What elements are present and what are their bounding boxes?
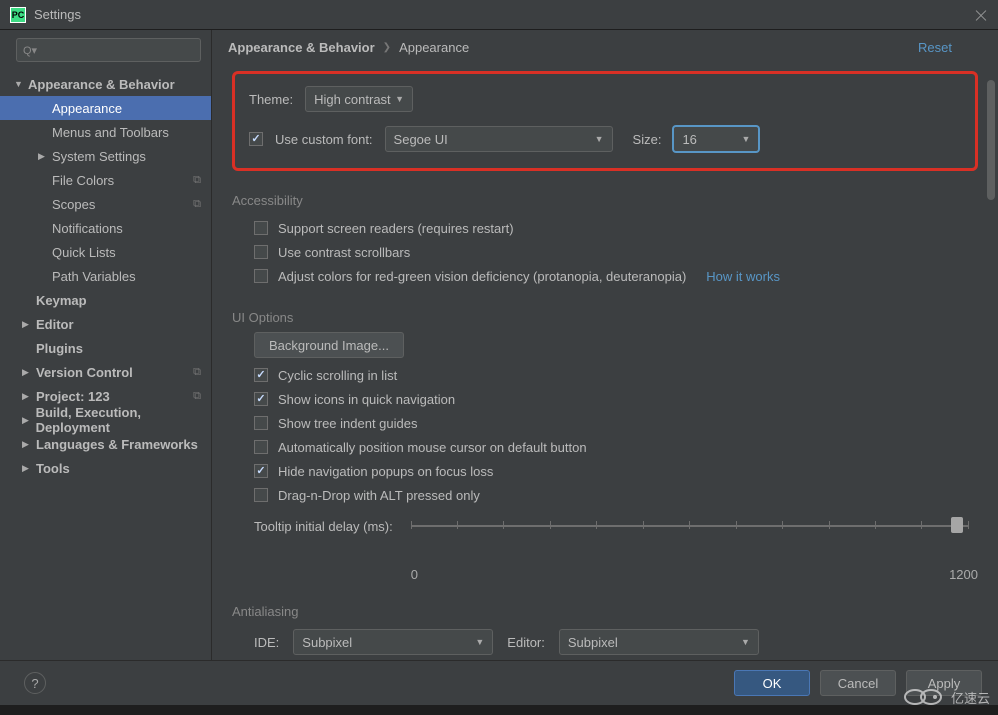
tree-file-colors[interactable]: File Colors ⧉ <box>0 168 211 192</box>
search-input[interactable]: Q▾ <box>16 38 201 62</box>
project-scope-icon: ⧉ <box>193 390 201 403</box>
cyclic-scrolling-checkbox[interactable] <box>254 368 268 382</box>
tree-scopes[interactable]: Scopes ⧉ <box>0 192 211 216</box>
tree-editor[interactable]: Editor <box>0 312 211 336</box>
chevron-down-icon: ▼ <box>741 637 750 647</box>
chevron-down-icon <box>14 79 24 89</box>
chevron-right-icon <box>22 391 32 402</box>
chevron-right-icon <box>22 367 32 378</box>
chevron-right-icon <box>22 319 32 330</box>
aa-editor-label: Editor: <box>507 635 545 650</box>
tooltip-delay-slider[interactable] <box>411 515 968 547</box>
tree-plugins[interactable]: Plugins <box>0 336 211 360</box>
chevron-right-icon <box>22 463 32 474</box>
reset-link[interactable]: Reset <box>918 40 952 55</box>
tree-notifications[interactable]: Notifications <box>0 216 211 240</box>
tooltip-delay-label: Tooltip initial delay (ms): <box>254 515 393 534</box>
how-it-works-link[interactable]: How it works <box>706 269 780 284</box>
section-accessibility: Accessibility <box>232 193 978 208</box>
tree-tools[interactable]: Tools <box>0 456 211 480</box>
screen-readers-checkbox[interactable] <box>254 221 268 235</box>
section-antialiasing: Antialiasing <box>232 604 978 619</box>
tree-system-settings[interactable]: System Settings <box>0 144 211 168</box>
ok-button[interactable]: OK <box>734 670 810 696</box>
apply-button[interactable]: Apply <box>906 670 982 696</box>
auto-mouse-checkbox[interactable] <box>254 440 268 454</box>
breadcrumb-root[interactable]: Appearance & Behavior <box>228 40 375 55</box>
color-deficiency-checkbox[interactable] <box>254 269 268 283</box>
chevron-right-icon <box>22 439 32 450</box>
tooltip-min: 0 <box>411 567 418 582</box>
breadcrumb-leaf: Appearance <box>399 40 469 55</box>
quick-nav-icons-checkbox[interactable] <box>254 392 268 406</box>
tree-quick-lists[interactable]: Quick Lists <box>0 240 211 264</box>
chevron-down-icon: ▼ <box>395 94 404 104</box>
section-ui-options: UI Options <box>232 310 978 325</box>
use-custom-font-checkbox[interactable] <box>249 132 263 146</box>
chevron-right-icon <box>22 415 32 426</box>
window-title: Settings <box>34 7 81 22</box>
tree-path-variables[interactable]: Path Variables <box>0 264 211 288</box>
tree-version-control[interactable]: Version Control ⧉ <box>0 360 211 384</box>
tree-appearance-behavior[interactable]: Appearance & Behavior <box>0 72 211 96</box>
highlight-theme-font: Theme: High contrast ▼ Use custom font: … <box>232 71 978 171</box>
footer: ? OK Cancel Apply <box>0 660 998 705</box>
sidebar: Q▾ Appearance & Behavior Appearance Menu… <box>0 30 212 660</box>
slider-thumb[interactable] <box>951 517 963 533</box>
chevron-right-icon: ❯ <box>383 42 391 53</box>
scrollbar-thumb[interactable] <box>987 80 995 200</box>
custom-font-combo[interactable]: Segoe UI ▼ <box>385 126 613 152</box>
theme-combo[interactable]: High contrast ▼ <box>305 86 413 112</box>
tree-languages[interactable]: Languages & Frameworks <box>0 432 211 456</box>
aa-ide-label: IDE: <box>254 635 279 650</box>
help-button[interactable]: ? <box>24 672 46 694</box>
chevron-down-icon: ▼ <box>475 637 484 647</box>
chevron-down-icon: ▼ <box>742 134 751 144</box>
drag-alt-checkbox[interactable] <box>254 488 268 502</box>
titlebar: PC Settings <box>0 0 998 30</box>
tooltip-max: 1200 <box>949 567 978 582</box>
project-scope-icon: ⧉ <box>193 366 201 379</box>
use-custom-font-label: Use custom font: <box>275 132 373 147</box>
font-size-combo[interactable]: 16 ▼ <box>673 126 759 152</box>
theme-label: Theme: <box>249 92 293 107</box>
aa-editor-combo[interactable]: Subpixel ▼ <box>559 629 759 655</box>
tree-build[interactable]: Build, Execution, Deployment <box>0 408 211 432</box>
close-icon[interactable] <box>974 8 988 22</box>
tree-indent-checkbox[interactable] <box>254 416 268 430</box>
tree-keymap[interactable]: Keymap <box>0 288 211 312</box>
app-icon: PC <box>10 7 26 23</box>
font-size-label: Size: <box>633 132 662 147</box>
hide-nav-popups-checkbox[interactable] <box>254 464 268 478</box>
background-image-button[interactable]: Background Image... <box>254 332 404 358</box>
chevron-right-icon <box>38 151 48 162</box>
chevron-down-icon: ▼ <box>595 134 604 144</box>
tree-appearance[interactable]: Appearance <box>0 96 211 120</box>
search-placeholder: Q▾ <box>23 44 37 57</box>
contrast-scrollbars-checkbox[interactable] <box>254 245 268 259</box>
cancel-button[interactable]: Cancel <box>820 670 896 696</box>
project-scope-icon: ⧉ <box>193 174 201 187</box>
breadcrumb: Appearance & Behavior ❯ Appearance Reset <box>212 30 998 65</box>
settings-tree: Appearance & Behavior Appearance Menus a… <box>0 68 211 660</box>
tree-menus-toolbars[interactable]: Menus and Toolbars <box>0 120 211 144</box>
scrollbar[interactable] <box>986 70 996 658</box>
project-scope-icon: ⧉ <box>193 198 201 211</box>
aa-ide-combo[interactable]: Subpixel ▼ <box>293 629 493 655</box>
